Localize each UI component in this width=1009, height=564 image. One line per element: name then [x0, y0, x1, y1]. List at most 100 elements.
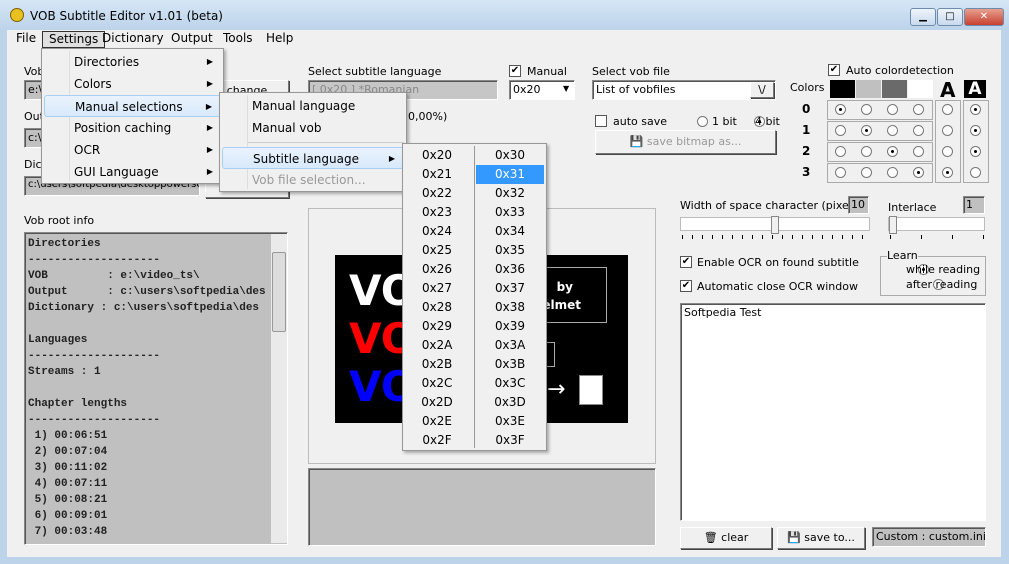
hex-option[interactable]: 0x3D [476, 393, 544, 412]
menu-file[interactable]: File [10, 31, 42, 46]
color-radio[interactable] [913, 104, 924, 115]
color-swatch-0[interactable] [830, 80, 855, 98]
auto-colordetection-checkbox[interactable]: ✔ [828, 64, 840, 76]
manual-submenu-item[interactable]: Manual vob [222, 117, 404, 139]
hex-option[interactable]: 0x27 [403, 279, 471, 298]
hex-option[interactable]: 0x2B [403, 355, 471, 374]
clear-button[interactable]: 🗑 clear [680, 527, 772, 549]
hex-option[interactable]: 0x39 [476, 317, 544, 336]
hex-option[interactable]: 0x33 [476, 203, 544, 222]
hex-option[interactable]: 0x29 [403, 317, 471, 336]
ocr-text-area[interactable]: Softpedia Test [680, 303, 986, 521]
color-radio[interactable] [835, 167, 846, 178]
settings-menu-item[interactable]: Directories ▶ [44, 51, 221, 73]
hex-option[interactable]: 0x21 [403, 165, 471, 184]
hex-option[interactable]: 0x37 [476, 279, 544, 298]
color-radio[interactable] [861, 104, 872, 115]
color-swatch-1[interactable] [856, 80, 881, 98]
hex-option[interactable]: 0x31 [476, 165, 544, 184]
space-width-slider[interactable] [680, 216, 870, 234]
scrollbar-thumb[interactable] [272, 252, 286, 332]
hex-option[interactable]: 0x25 [403, 241, 471, 260]
learn-after-label: after reading [906, 278, 978, 291]
hex-option[interactable]: 0x22 [403, 184, 471, 203]
minimize-button[interactable]: ▁ [910, 8, 936, 26]
color-radio[interactable] [887, 104, 898, 115]
hex-option[interactable]: 0x24 [403, 222, 471, 241]
color-radio[interactable] [861, 167, 872, 178]
space-width-label: Width of space character (pixels) [680, 199, 862, 212]
menu-help[interactable]: Help [260, 31, 299, 46]
settings-menu-item[interactable]: Colors ▶ [44, 73, 221, 95]
vob-file-select[interactable]: List of vobfiles [592, 80, 776, 100]
hex-option[interactable]: 0x20 [403, 146, 471, 165]
chevron-right-icon: ▶ [205, 102, 212, 111]
color-radio[interactable] [887, 146, 898, 157]
info-line: -------------------- [28, 350, 161, 362]
menu-output[interactable]: Output [165, 31, 219, 46]
hex-option[interactable]: 0x3E [476, 412, 544, 431]
hex-option[interactable]: 0x3C [476, 374, 544, 393]
settings-menu-item[interactable]: OCR ▶ [44, 139, 221, 161]
color-swatch-3[interactable] [908, 80, 933, 98]
1bit-radio[interactable] [697, 116, 708, 127]
settings-menu-item[interactable]: Position caching ▶ [44, 117, 221, 139]
hex-option[interactable]: 0x2C [403, 374, 471, 393]
interlace-slider[interactable] [888, 216, 985, 234]
vob-file-label: Select vob file [592, 65, 670, 78]
save-bitmap-button[interactable]: 💾 save bitmap as... [595, 130, 776, 154]
hex-option[interactable]: 0x28 [403, 298, 471, 317]
slider-thumb[interactable] [889, 216, 897, 234]
settings-menu-item[interactable]: GUI Language ▶ [44, 161, 221, 183]
settings-menu-item[interactable]: Manual selections ▶ [44, 95, 221, 117]
color-radio[interactable] [861, 146, 872, 157]
menu-dictionary[interactable]: Dictionary [96, 31, 170, 46]
manual-checkbox[interactable]: ✔ [509, 65, 521, 77]
hex-option[interactable]: 0x38 [476, 298, 544, 317]
hex-option[interactable]: 0x2D [403, 393, 471, 412]
hex-option[interactable]: 0x2F [403, 431, 471, 450]
close-button[interactable]: ✕ [964, 8, 1004, 26]
color-radio[interactable] [913, 146, 924, 157]
color-radio[interactable] [913, 125, 924, 136]
hex-option[interactable]: 0x32 [476, 184, 544, 203]
vob-info-scrollbar[interactable] [271, 234, 287, 543]
color-swatch-2[interactable] [882, 80, 907, 98]
color-radio[interactable] [913, 167, 924, 178]
menu-item-label: GUI Language [74, 165, 159, 179]
interlace-value: 1 [963, 196, 985, 214]
auto-save-checkbox[interactable] [595, 115, 607, 127]
color-radio[interactable] [861, 125, 872, 136]
hex-option[interactable]: 0x3B [476, 355, 544, 374]
color-radio[interactable] [835, 125, 846, 136]
hex-option[interactable]: 0x2E [403, 412, 471, 431]
hex-option[interactable]: 0x34 [476, 222, 544, 241]
hex-option[interactable]: 0x2A [403, 336, 471, 355]
maximize-button[interactable]: □ [937, 8, 963, 26]
save-bitmap-label: save bitmap as... [646, 135, 742, 148]
manual-submenu-item[interactable]: Manual language [222, 95, 404, 117]
slider-thumb[interactable] [771, 216, 779, 234]
floppy-icon: 💾 [787, 531, 805, 544]
color-radio[interactable] [835, 146, 846, 157]
vob-root-info-text[interactable]: Directories -------------------- VOB : e:\… [24, 232, 288, 545]
info-line: Directories [28, 238, 101, 250]
menu-tools[interactable]: Tools [217, 31, 259, 46]
hex-option[interactable]: 0x26 [403, 260, 471, 279]
save-to-button[interactable]: 💾 save to... [777, 527, 865, 549]
manual-submenu-item[interactable]: Subtitle language ▶ [222, 147, 404, 169]
hex-option[interactable]: 0x36 [476, 260, 544, 279]
hex-option[interactable]: 0x23 [403, 203, 471, 222]
auto-close-ocr-checkbox[interactable]: ✔ [680, 280, 692, 292]
manual-submenu-item[interactable]: Vob file selection... [222, 169, 404, 191]
hex-option[interactable]: 0x35 [476, 241, 544, 260]
color-radio[interactable] [887, 125, 898, 136]
1bit-label: 1 bit [712, 115, 737, 128]
hex-option[interactable]: 0x30 [476, 146, 544, 165]
color-radio[interactable] [887, 167, 898, 178]
hex-option[interactable]: 0x3F [476, 431, 544, 450]
vob-file-dropdown-button[interactable]: \/ [750, 82, 774, 98]
color-radio[interactable] [835, 104, 846, 115]
hex-option[interactable]: 0x3A [476, 336, 544, 355]
enable-ocr-checkbox[interactable]: ✔ [680, 256, 692, 268]
